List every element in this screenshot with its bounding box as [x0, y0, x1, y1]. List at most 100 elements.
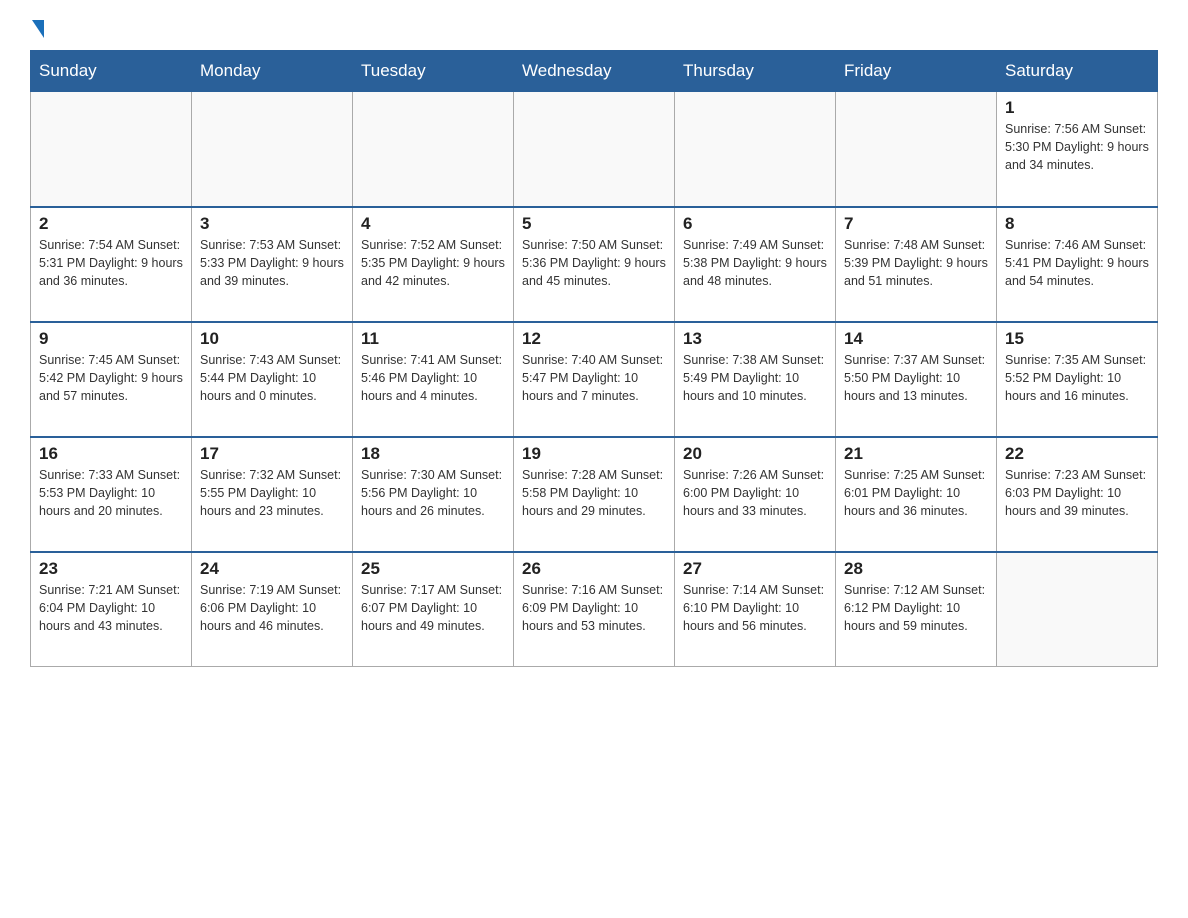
day-number: 16 [39, 444, 183, 464]
day-info: Sunrise: 7:32 AM Sunset: 5:55 PM Dayligh… [200, 466, 344, 520]
day-number: 28 [844, 559, 988, 579]
calendar-cell: 17Sunrise: 7:32 AM Sunset: 5:55 PM Dayli… [192, 437, 353, 552]
calendar-week-row: 9Sunrise: 7:45 AM Sunset: 5:42 PM Daylig… [31, 322, 1158, 437]
calendar-cell: 15Sunrise: 7:35 AM Sunset: 5:52 PM Dayli… [997, 322, 1158, 437]
day-number: 15 [1005, 329, 1149, 349]
day-number: 11 [361, 329, 505, 349]
day-info: Sunrise: 7:28 AM Sunset: 5:58 PM Dayligh… [522, 466, 666, 520]
day-info: Sunrise: 7:50 AM Sunset: 5:36 PM Dayligh… [522, 236, 666, 290]
calendar-week-row: 23Sunrise: 7:21 AM Sunset: 6:04 PM Dayli… [31, 552, 1158, 667]
day-info: Sunrise: 7:30 AM Sunset: 5:56 PM Dayligh… [361, 466, 505, 520]
calendar-cell: 8Sunrise: 7:46 AM Sunset: 5:41 PM Daylig… [997, 207, 1158, 322]
day-number: 12 [522, 329, 666, 349]
day-info: Sunrise: 7:45 AM Sunset: 5:42 PM Dayligh… [39, 351, 183, 405]
col-header-friday: Friday [836, 51, 997, 92]
calendar-cell: 10Sunrise: 7:43 AM Sunset: 5:44 PM Dayli… [192, 322, 353, 437]
calendar-cell: 20Sunrise: 7:26 AM Sunset: 6:00 PM Dayli… [675, 437, 836, 552]
calendar-cell: 14Sunrise: 7:37 AM Sunset: 5:50 PM Dayli… [836, 322, 997, 437]
day-info: Sunrise: 7:23 AM Sunset: 6:03 PM Dayligh… [1005, 466, 1149, 520]
day-info: Sunrise: 7:17 AM Sunset: 6:07 PM Dayligh… [361, 581, 505, 635]
page-header [30, 20, 1158, 34]
calendar-cell: 3Sunrise: 7:53 AM Sunset: 5:33 PM Daylig… [192, 207, 353, 322]
col-header-saturday: Saturday [997, 51, 1158, 92]
day-number: 7 [844, 214, 988, 234]
calendar-cell: 12Sunrise: 7:40 AM Sunset: 5:47 PM Dayli… [514, 322, 675, 437]
day-info: Sunrise: 7:25 AM Sunset: 6:01 PM Dayligh… [844, 466, 988, 520]
day-number: 24 [200, 559, 344, 579]
day-number: 10 [200, 329, 344, 349]
day-info: Sunrise: 7:21 AM Sunset: 6:04 PM Dayligh… [39, 581, 183, 635]
day-info: Sunrise: 7:14 AM Sunset: 6:10 PM Dayligh… [683, 581, 827, 635]
calendar-cell: 19Sunrise: 7:28 AM Sunset: 5:58 PM Dayli… [514, 437, 675, 552]
calendar-table: SundayMondayTuesdayWednesdayThursdayFrid… [30, 50, 1158, 667]
calendar-cell: 6Sunrise: 7:49 AM Sunset: 5:38 PM Daylig… [675, 207, 836, 322]
calendar-week-row: 16Sunrise: 7:33 AM Sunset: 5:53 PM Dayli… [31, 437, 1158, 552]
calendar-week-row: 2Sunrise: 7:54 AM Sunset: 5:31 PM Daylig… [31, 207, 1158, 322]
day-info: Sunrise: 7:49 AM Sunset: 5:38 PM Dayligh… [683, 236, 827, 290]
col-header-thursday: Thursday [675, 51, 836, 92]
day-info: Sunrise: 7:33 AM Sunset: 5:53 PM Dayligh… [39, 466, 183, 520]
calendar-cell: 7Sunrise: 7:48 AM Sunset: 5:39 PM Daylig… [836, 207, 997, 322]
calendar-cell [675, 92, 836, 207]
logo-arrow-icon [32, 20, 44, 38]
day-number: 1 [1005, 98, 1149, 118]
day-number: 17 [200, 444, 344, 464]
day-info: Sunrise: 7:46 AM Sunset: 5:41 PM Dayligh… [1005, 236, 1149, 290]
calendar-cell: 16Sunrise: 7:33 AM Sunset: 5:53 PM Dayli… [31, 437, 192, 552]
day-number: 23 [39, 559, 183, 579]
day-number: 27 [683, 559, 827, 579]
logo [30, 20, 44, 34]
day-number: 9 [39, 329, 183, 349]
day-number: 19 [522, 444, 666, 464]
day-info: Sunrise: 7:40 AM Sunset: 5:47 PM Dayligh… [522, 351, 666, 405]
day-number: 21 [844, 444, 988, 464]
day-number: 6 [683, 214, 827, 234]
day-number: 18 [361, 444, 505, 464]
day-info: Sunrise: 7:35 AM Sunset: 5:52 PM Dayligh… [1005, 351, 1149, 405]
calendar-cell: 21Sunrise: 7:25 AM Sunset: 6:01 PM Dayli… [836, 437, 997, 552]
day-info: Sunrise: 7:56 AM Sunset: 5:30 PM Dayligh… [1005, 120, 1149, 174]
calendar-cell: 2Sunrise: 7:54 AM Sunset: 5:31 PM Daylig… [31, 207, 192, 322]
calendar-cell [514, 92, 675, 207]
calendar-cell: 4Sunrise: 7:52 AM Sunset: 5:35 PM Daylig… [353, 207, 514, 322]
day-number: 2 [39, 214, 183, 234]
calendar-cell: 23Sunrise: 7:21 AM Sunset: 6:04 PM Dayli… [31, 552, 192, 667]
col-header-monday: Monday [192, 51, 353, 92]
day-info: Sunrise: 7:19 AM Sunset: 6:06 PM Dayligh… [200, 581, 344, 635]
calendar-cell: 27Sunrise: 7:14 AM Sunset: 6:10 PM Dayli… [675, 552, 836, 667]
calendar-cell: 22Sunrise: 7:23 AM Sunset: 6:03 PM Dayli… [997, 437, 1158, 552]
day-number: 4 [361, 214, 505, 234]
day-info: Sunrise: 7:12 AM Sunset: 6:12 PM Dayligh… [844, 581, 988, 635]
day-number: 25 [361, 559, 505, 579]
calendar-cell [192, 92, 353, 207]
day-number: 3 [200, 214, 344, 234]
day-number: 22 [1005, 444, 1149, 464]
day-info: Sunrise: 7:43 AM Sunset: 5:44 PM Dayligh… [200, 351, 344, 405]
day-number: 5 [522, 214, 666, 234]
col-header-sunday: Sunday [31, 51, 192, 92]
day-info: Sunrise: 7:26 AM Sunset: 6:00 PM Dayligh… [683, 466, 827, 520]
day-info: Sunrise: 7:38 AM Sunset: 5:49 PM Dayligh… [683, 351, 827, 405]
day-info: Sunrise: 7:16 AM Sunset: 6:09 PM Dayligh… [522, 581, 666, 635]
calendar-cell: 18Sunrise: 7:30 AM Sunset: 5:56 PM Dayli… [353, 437, 514, 552]
calendar-header-row: SundayMondayTuesdayWednesdayThursdayFrid… [31, 51, 1158, 92]
calendar-cell: 25Sunrise: 7:17 AM Sunset: 6:07 PM Dayli… [353, 552, 514, 667]
day-info: Sunrise: 7:54 AM Sunset: 5:31 PM Dayligh… [39, 236, 183, 290]
day-info: Sunrise: 7:48 AM Sunset: 5:39 PM Dayligh… [844, 236, 988, 290]
calendar-cell: 28Sunrise: 7:12 AM Sunset: 6:12 PM Dayli… [836, 552, 997, 667]
calendar-cell [353, 92, 514, 207]
calendar-cell: 13Sunrise: 7:38 AM Sunset: 5:49 PM Dayli… [675, 322, 836, 437]
calendar-cell [997, 552, 1158, 667]
day-info: Sunrise: 7:41 AM Sunset: 5:46 PM Dayligh… [361, 351, 505, 405]
calendar-week-row: 1Sunrise: 7:56 AM Sunset: 5:30 PM Daylig… [31, 92, 1158, 207]
calendar-cell: 26Sunrise: 7:16 AM Sunset: 6:09 PM Dayli… [514, 552, 675, 667]
calendar-cell [836, 92, 997, 207]
day-number: 8 [1005, 214, 1149, 234]
calendar-cell: 5Sunrise: 7:50 AM Sunset: 5:36 PM Daylig… [514, 207, 675, 322]
day-number: 13 [683, 329, 827, 349]
day-number: 26 [522, 559, 666, 579]
day-number: 20 [683, 444, 827, 464]
day-info: Sunrise: 7:37 AM Sunset: 5:50 PM Dayligh… [844, 351, 988, 405]
col-header-wednesday: Wednesday [514, 51, 675, 92]
day-info: Sunrise: 7:52 AM Sunset: 5:35 PM Dayligh… [361, 236, 505, 290]
